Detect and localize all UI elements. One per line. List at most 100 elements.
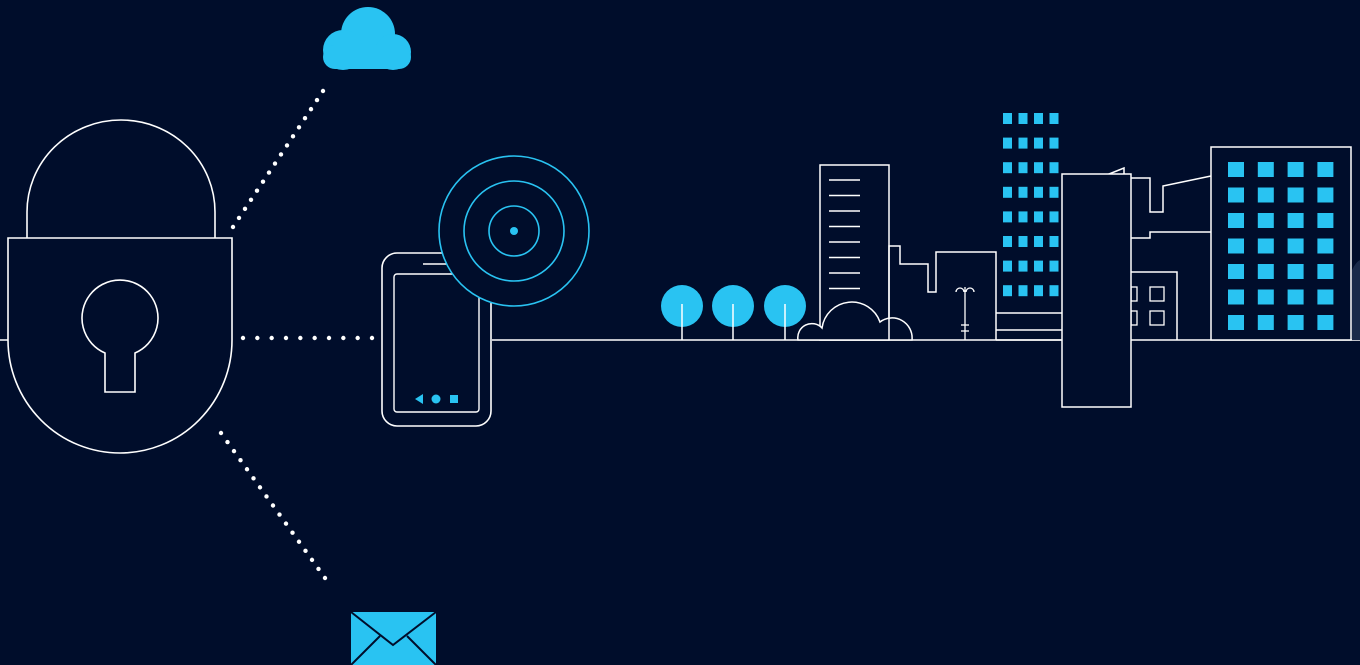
trees <box>661 285 806 340</box>
city-skyline-icon <box>797 113 1360 408</box>
bush <box>797 301 913 341</box>
dot <box>316 566 321 572</box>
dotted-connectors <box>218 88 375 581</box>
window <box>1049 113 1059 124</box>
window <box>1228 264 1244 279</box>
dot <box>314 97 320 103</box>
dot <box>264 494 269 499</box>
window <box>1049 236 1059 247</box>
window <box>1034 186 1043 198</box>
window <box>1018 211 1028 223</box>
window <box>1034 236 1043 247</box>
window <box>1317 187 1334 203</box>
window <box>1049 137 1059 149</box>
window <box>1003 113 1012 124</box>
window <box>1257 187 1274 203</box>
window <box>1257 238 1274 254</box>
window <box>1228 213 1244 228</box>
window <box>1257 315 1274 330</box>
dot <box>302 116 308 121</box>
dot <box>298 335 303 341</box>
dot <box>322 575 328 581</box>
window <box>1257 264 1274 279</box>
window <box>1317 264 1334 279</box>
dot <box>272 161 278 166</box>
small-windows <box>1130 286 1165 326</box>
window <box>1287 264 1304 279</box>
dot <box>242 206 248 212</box>
window <box>1228 162 1244 177</box>
dot <box>284 143 290 148</box>
window <box>1049 211 1059 223</box>
dot <box>218 430 224 436</box>
window <box>1228 187 1244 203</box>
edge-building <box>1352 260 1360 340</box>
dot <box>290 530 295 535</box>
radar-icon <box>438 155 590 307</box>
dot <box>260 179 266 184</box>
window <box>1287 213 1304 228</box>
window <box>1003 260 1012 272</box>
dot <box>269 335 274 341</box>
dot <box>248 197 254 202</box>
dot <box>251 476 256 481</box>
window <box>1034 260 1043 272</box>
dot <box>257 485 263 490</box>
window <box>1049 260 1059 272</box>
window <box>1049 285 1059 297</box>
dot <box>369 335 375 341</box>
window <box>1018 236 1028 247</box>
window <box>1257 289 1274 305</box>
dot <box>266 170 272 175</box>
window <box>1228 289 1244 305</box>
window <box>1003 137 1012 149</box>
window <box>1003 285 1012 297</box>
dot <box>270 503 276 508</box>
window <box>1034 285 1043 297</box>
window <box>1228 238 1244 254</box>
window <box>1317 289 1334 305</box>
dot <box>326 335 332 341</box>
window <box>1018 285 1028 297</box>
window <box>1287 315 1304 330</box>
window <box>1003 162 1012 174</box>
dotted-line-to-phone <box>240 335 375 341</box>
dot <box>283 521 289 526</box>
dot <box>255 335 260 341</box>
window <box>1003 186 1012 198</box>
window <box>1018 113 1028 124</box>
window-grid-left <box>1003 113 1059 297</box>
window <box>1257 213 1274 228</box>
window <box>1018 260 1028 272</box>
front-pillar <box>1061 173 1132 408</box>
dotted-line-to-cloud <box>230 88 326 230</box>
window <box>1287 187 1304 203</box>
window <box>1018 186 1028 198</box>
tree-icon <box>712 285 754 340</box>
home-nav-icon <box>431 394 441 404</box>
dot <box>231 448 237 454</box>
dot <box>240 335 246 341</box>
window <box>1287 162 1304 177</box>
window <box>1034 162 1043 174</box>
dot <box>236 215 242 221</box>
window <box>1034 137 1043 149</box>
recents-nav-icon <box>450 395 458 403</box>
window <box>1287 238 1304 254</box>
security-illustration <box>0 7 1360 665</box>
dot <box>254 188 260 193</box>
padlock-icon <box>7 119 233 454</box>
dot <box>320 88 326 94</box>
dotted-line-to-envelope <box>218 430 328 581</box>
dot <box>355 335 360 341</box>
window <box>1228 315 1244 330</box>
window <box>1317 213 1334 228</box>
dot <box>283 335 289 341</box>
dot <box>308 106 314 112</box>
window <box>1034 211 1043 223</box>
street-lamp-icon <box>955 287 975 340</box>
window <box>1287 289 1304 305</box>
window <box>1317 162 1334 177</box>
dot <box>277 512 282 517</box>
dot <box>238 457 243 463</box>
